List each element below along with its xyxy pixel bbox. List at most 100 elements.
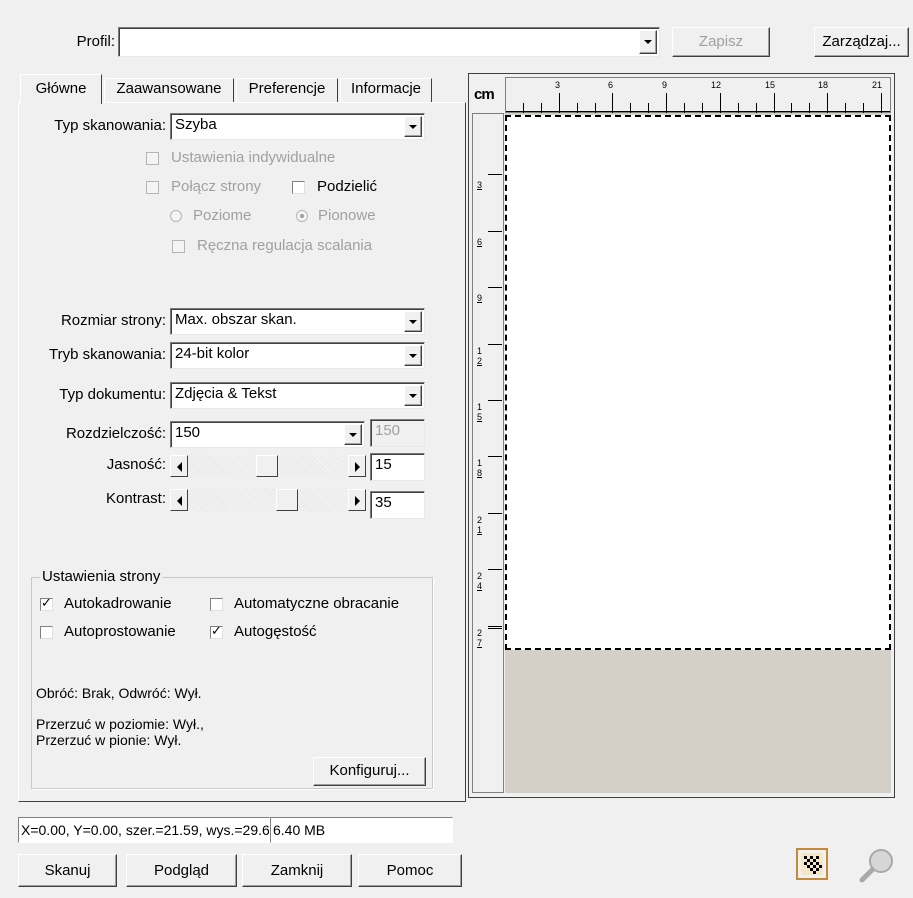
- brightness-label: Jasność:: [106, 456, 166, 473]
- brightness-value: 15: [375, 456, 392, 473]
- ruler-label: 6: [608, 80, 614, 90]
- scan-mode-select[interactable]: 24-bit kolor: [170, 342, 425, 369]
- scan-area-icon[interactable]: [794, 846, 830, 882]
- scan-button[interactable]: Skanuj: [18, 854, 117, 887]
- ruler-tick: [488, 344, 502, 345]
- ruler-label: 7: [477, 638, 483, 648]
- ruler-tick: [881, 93, 882, 113]
- auto-density-checkbox[interactable]: ✓: [210, 623, 223, 639]
- individual-settings-checkbox[interactable]: [146, 152, 159, 165]
- help-button[interactable]: Pomoc: [358, 854, 462, 887]
- arrow-left-icon[interactable]: [170, 489, 188, 511]
- split-checkbox[interactable]: [292, 181, 305, 194]
- ruler-tick: [827, 93, 828, 113]
- manage-button[interactable]: Zarządzaj...: [814, 27, 909, 57]
- ruler-tick: [488, 569, 502, 570]
- ruler-tick: [488, 287, 502, 288]
- horizontal-label: Poziome: [193, 207, 252, 224]
- chevron-down-icon[interactable]: [404, 345, 422, 366]
- resolution-custom-value: 150: [375, 422, 401, 439]
- configure-button[interactable]: Konfiguruj...: [313, 757, 426, 786]
- scan-type-value: Szyba: [175, 116, 217, 133]
- chevron-down-icon[interactable]: [404, 385, 422, 406]
- contrast-label: Kontrast:: [105, 490, 166, 507]
- ruler-unit-label: cm: [474, 86, 495, 103]
- arrow-right-icon[interactable]: [348, 489, 366, 511]
- chevron-down-icon[interactable]: [344, 424, 362, 445]
- ruler-tick: [612, 93, 613, 113]
- save-button[interactable]: Zapisz: [672, 27, 770, 57]
- ruler-tick: [809, 103, 810, 113]
- contrast-slider[interactable]: [170, 489, 366, 511]
- ruler-label: 15: [765, 80, 776, 90]
- arrow-right-icon[interactable]: [348, 455, 366, 477]
- ruler-tick: [541, 103, 542, 113]
- ruler-tick: [488, 456, 502, 457]
- contrast-field[interactable]: 35: [370, 491, 425, 519]
- page-size-label: Rozmiar strony:: [60, 312, 166, 329]
- arrow-left-icon[interactable]: [170, 455, 188, 477]
- scan-mode-label: Tryb skanowania:: [49, 346, 166, 363]
- flip-vertical-info: Przerzuć w pionie: Wył.: [36, 732, 182, 748]
- auto-deskew-checkbox[interactable]: [40, 626, 53, 639]
- tab-advanced[interactable]: Zaawansowane: [104, 78, 234, 102]
- brightness-field[interactable]: 15: [370, 453, 425, 481]
- ruler-label: 9: [477, 293, 483, 303]
- horizontal-radio[interactable]: [170, 210, 182, 222]
- chevron-down-icon[interactable]: [404, 311, 422, 332]
- ruler-tick: [666, 93, 667, 113]
- auto-deskew-label: Autoprostowanie: [64, 623, 176, 640]
- auto-rotate-checkbox[interactable]: [210, 598, 223, 611]
- ruler-tick: [559, 93, 560, 113]
- brightness-thumb[interactable]: [256, 455, 278, 477]
- ruler-tick: [488, 400, 502, 401]
- tab-main[interactable]: Główne: [20, 74, 102, 104]
- ruler-label: 2: [477, 515, 483, 525]
- doc-type-value: Zdjęcia & Tekst: [175, 385, 277, 402]
- chevron-down-icon[interactable]: [404, 116, 422, 137]
- resolution-custom-field[interactable]: 150: [370, 419, 425, 447]
- ruler-tick: [488, 626, 502, 627]
- contrast-thumb[interactable]: [276, 489, 298, 511]
- profile-combobox[interactable]: [118, 27, 660, 57]
- merge-pages-checkbox[interactable]: [146, 181, 159, 194]
- ruler-label: 2: [477, 628, 483, 638]
- ruler-label: 9: [662, 80, 668, 90]
- ruler-tick: [630, 103, 631, 113]
- ruler-label: 18: [818, 80, 829, 90]
- page-size-select[interactable]: Max. obszar skan.: [170, 308, 425, 335]
- manual-merge-checkbox[interactable]: [172, 240, 185, 253]
- scan-mode-value: 24-bit kolor: [175, 345, 250, 362]
- tab-preferences[interactable]: Preferencje: [236, 78, 338, 102]
- zoom-icon[interactable]: [856, 846, 896, 886]
- scan-page-area[interactable]: [505, 115, 891, 650]
- vertical-label: Pionowe: [318, 207, 376, 224]
- ruler-tick: [488, 231, 502, 232]
- ruler-tick: [702, 103, 703, 113]
- ruler-tick: [648, 103, 649, 113]
- vertical-radio[interactable]: [296, 210, 308, 222]
- close-button[interactable]: Zamknij: [242, 854, 352, 887]
- ruler-label: 21: [872, 80, 883, 90]
- merge-pages-label: Połącz strony: [171, 178, 262, 195]
- ruler-label: 3: [555, 80, 561, 90]
- chevron-down-icon[interactable]: [639, 30, 657, 54]
- file-size-status: 6.40 MB: [270, 817, 453, 843]
- preview-button[interactable]: Podgląd: [126, 854, 237, 887]
- resolution-select[interactable]: 150: [170, 421, 365, 448]
- doc-type-select[interactable]: Zdjęcia & Tekst: [170, 382, 425, 409]
- tab-information[interactable]: Informacje: [340, 78, 432, 102]
- ruler-tick: [523, 103, 524, 113]
- ruler-tick: [577, 103, 578, 113]
- scan-type-select[interactable]: Szyba: [170, 113, 425, 140]
- resolution-label: Rozdzielczość:: [65, 425, 166, 442]
- ruler-label: 3: [477, 180, 483, 190]
- autocrop-checkbox[interactable]: ✓: [40, 595, 53, 611]
- ruler-tick: [488, 174, 502, 175]
- ruler-tick: [791, 103, 792, 113]
- brightness-slider[interactable]: [170, 455, 366, 477]
- split-label: Podzielić: [317, 178, 378, 195]
- individual-settings-label: Ustawienia indywidualne: [171, 149, 336, 166]
- horizontal-ruler: [505, 77, 891, 113]
- ruler-tick: [595, 103, 596, 113]
